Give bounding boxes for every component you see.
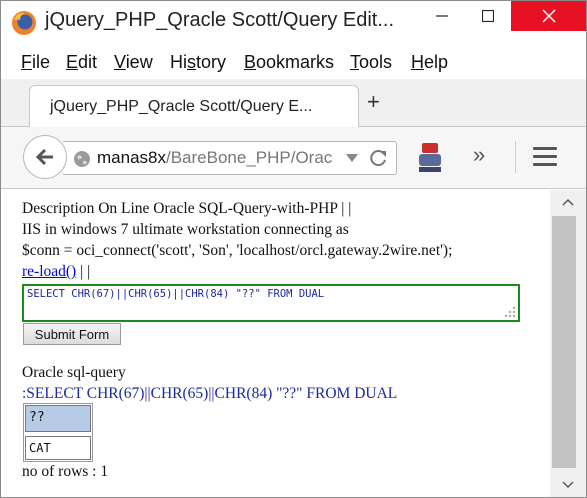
back-button[interactable] [23, 135, 67, 179]
reload-suffix: | | [76, 263, 91, 280]
url-text: manas8x/BareBone_PHP/Orac [97, 148, 332, 168]
title-bar: jQuery_PHP_Qracle Scott/Query Edit... [1, 1, 586, 45]
maximize-icon [482, 10, 494, 22]
submit-form-button[interactable]: Submit Form [23, 323, 121, 345]
reload-icon[interactable] [369, 148, 389, 168]
menu-bar: File Edit View History Bookmarks Tools H… [1, 45, 586, 79]
url-bar[interactable]: manas8x/BareBone_PHP/Orac [63, 141, 397, 175]
navigation-bar: manas8x/BareBone_PHP/Orac » [1, 127, 586, 189]
scroll-down-button[interactable] [550, 473, 586, 497]
firefox-icon [12, 11, 36, 35]
back-arrow-icon [35, 148, 53, 166]
url-host: manas8x [97, 148, 166, 167]
close-icon [541, 9, 556, 23]
menu-help[interactable]: Help [411, 52, 448, 73]
query-text: SELECT CHR(67)||CHR(65)||CHR(84) "??" FR… [27, 288, 325, 300]
result-table-cell: CAT [25, 436, 91, 460]
menu-history[interactable]: History [170, 52, 226, 73]
resize-grip-icon[interactable] [502, 304, 516, 318]
minimize-button[interactable] [419, 1, 465, 31]
toolbar-separator [515, 141, 516, 173]
dropdown-arrow-icon[interactable] [345, 151, 359, 165]
close-window-button[interactable] [511, 1, 586, 31]
url-path: /BareBone_PHP/Orac [165, 148, 333, 167]
globe-icon [74, 151, 90, 167]
tab-active[interactable]: jQuery_PHP_Qracle Scott/Query E... [29, 85, 359, 128]
chevron-up-icon [562, 198, 574, 206]
menu-tools[interactable]: Tools [350, 52, 392, 73]
result-heading: Oracle sql-query [22, 364, 126, 381]
description-line: Description On Line Oracle SQL-Query-wit… [22, 200, 352, 217]
maximize-button[interactable] [465, 1, 511, 31]
result-query: :SELECT CHR(67)||CHR(65)||CHR(84) "??" F… [22, 385, 398, 402]
menu-file[interactable]: File [21, 52, 50, 73]
menu-view[interactable]: View [114, 52, 153, 73]
overflow-chevron-icon[interactable]: » [473, 142, 485, 168]
browser-window: jQuery_PHP_Qracle Scott/Query Edit... Fi… [0, 0, 587, 498]
tab-label: jQuery_PHP_Qracle Scott/Query E... [50, 98, 313, 115]
chevron-down-icon [562, 481, 574, 489]
result-table-header: ?? [25, 405, 91, 432]
window-title: jQuery_PHP_Qracle Scott/Query Edit... [45, 9, 395, 31]
query-textarea[interactable]: SELECT CHR(67)||CHR(65)||CHR(84) "??" FR… [22, 284, 520, 322]
reload-line: re-load() | | [22, 263, 90, 281]
youtube-icon[interactable] [417, 143, 443, 173]
page-content: Description On Line Oracle SQL-Query-wit… [2, 190, 550, 497]
scroll-up-button[interactable] [550, 190, 586, 214]
new-tab-button[interactable]: + [367, 89, 380, 115]
tab-strip: jQuery_PHP_Qracle Scott/Query E... + [1, 79, 586, 128]
reload-link[interactable]: re-load() [22, 263, 76, 280]
connection-line: $conn = oci_connect('scott', 'Son', 'loc… [22, 242, 453, 259]
menu-hamburger-icon[interactable] [533, 147, 557, 171]
server-info-line: IIS in windows 7 ultimate workstation co… [22, 221, 349, 238]
menu-edit[interactable]: Edit [66, 52, 97, 73]
minimize-icon [436, 15, 448, 17]
scrollbar-thumb[interactable] [552, 216, 576, 468]
vertical-scrollbar[interactable] [550, 190, 586, 497]
row-count: no of rows : 1 [22, 463, 109, 480]
menu-bookmarks[interactable]: Bookmarks [244, 52, 334, 73]
